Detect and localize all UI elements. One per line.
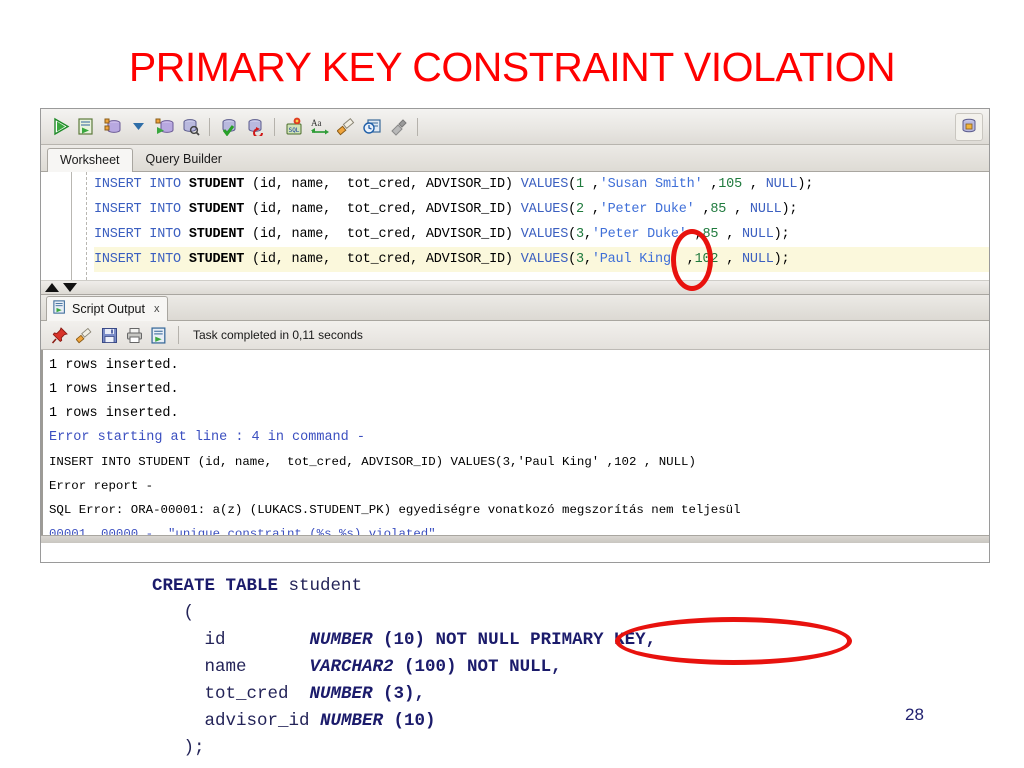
query-builder-icon[interactable] (385, 114, 411, 140)
sql-tuning-advisor-icon[interactable] (177, 114, 203, 140)
recent-queries-icon[interactable] (359, 114, 385, 140)
run-script-icon[interactable] (73, 114, 99, 140)
create-table-ddl: CREATE TABLE student ( id NUMBER (10) NO… (152, 573, 912, 762)
print-icon[interactable] (122, 323, 147, 348)
task-status-text: Task completed in 0,11 seconds (193, 328, 363, 342)
script-output-body: 1 rows inserted. 1 rows inserted. 1 rows i… (41, 350, 989, 535)
ddl-line: tot_cred NUMBER (3), (152, 684, 426, 704)
slide-number: 28 (905, 705, 924, 724)
collapse-up-icon[interactable] (45, 283, 59, 292)
svg-text:SQL: SQL (288, 127, 299, 134)
sql-developer-window: SQL Aa Worksheet Query Builder INSERT IN… (40, 108, 990, 563)
ddl-line: name VARCHAR2 (100) NOT NULL, (152, 657, 562, 677)
output-line: 1 rows inserted. (49, 358, 179, 373)
output-line: 00001. 00000 - "unique constraint (%s.%s… (49, 527, 436, 535)
sql-editor[interactable]: INSERT INTO STUDENT (id, name, tot_cred,… (41, 172, 989, 281)
sql-line[interactable]: INSERT INTO STUDENT (id, name, tot_cred,… (94, 247, 989, 272)
output-line: SQL Error: ORA-00001: a(z) (LUKACS.STUDE… (49, 503, 741, 517)
clear-icon[interactable] (72, 323, 97, 348)
output-footer (41, 535, 989, 543)
ddl-line: id NUMBER (10) NOT NULL PRIMARY KEY, (152, 630, 657, 650)
close-icon[interactable]: x (154, 303, 160, 315)
output-tabstrip: Script Output x (41, 295, 989, 321)
tab-script-output[interactable]: Script Output x (46, 296, 169, 321)
format-text-icon[interactable]: Aa (307, 114, 333, 140)
run-script-icon[interactable] (147, 323, 172, 348)
connection-icon[interactable] (955, 112, 983, 141)
sql-line[interactable]: INSERT INTO STUDENT (id, name, tot_cred,… (94, 222, 989, 247)
save-icon[interactable] (97, 323, 122, 348)
toolbar-separator (417, 117, 418, 136)
tab-worksheet[interactable]: Worksheet (47, 148, 133, 172)
worksheet-tabstrip: Worksheet Query Builder (41, 145, 989, 172)
script-output-label: Script Output (72, 301, 145, 316)
commit-icon[interactable] (216, 114, 242, 140)
sql-line[interactable]: INSERT INTO STUDENT (id, name, tot_cred,… (94, 197, 989, 222)
chevron-down-icon[interactable] (125, 114, 151, 140)
output-toolbar: Task completed in 0,11 seconds (41, 321, 989, 350)
run-statement-icon[interactable] (47, 114, 73, 140)
toolbar-separator (274, 117, 275, 136)
toolbar-separator (178, 326, 179, 344)
page-title: PRIMARY KEY CONSTRAINT VIOLATION (128, 44, 896, 90)
explain-plan-icon[interactable] (99, 114, 125, 140)
output-line: 1 rows inserted. (49, 382, 179, 397)
tab-query-builder[interactable]: Query Builder (133, 147, 235, 171)
pin-icon[interactable] (47, 323, 72, 348)
ddl-line: ( (152, 603, 195, 623)
worksheet-toolbar: SQL Aa (41, 109, 989, 145)
output-line: Error report - (49, 479, 154, 493)
svg-text:Aa: Aa (311, 118, 322, 128)
editor-gutter (41, 172, 72, 280)
output-line: 1 rows inserted. (49, 406, 179, 421)
autotrace-icon[interactable] (151, 114, 177, 140)
rollback-icon[interactable] (242, 114, 268, 140)
clear-icon[interactable] (333, 114, 359, 140)
sql-history-icon[interactable]: SQL (281, 114, 307, 140)
ddl-line: advisor_id NUMBER (10) (152, 711, 436, 731)
toolbar-separator (209, 117, 210, 136)
panel-splitter[interactable] (41, 281, 989, 295)
sql-line[interactable]: INSERT INTO STUDENT (id, name, tot_cred,… (94, 172, 989, 197)
collapse-down-icon[interactable] (63, 283, 77, 292)
editor-fold-margin (72, 172, 87, 280)
output-line: INSERT INTO STUDENT (id, name, tot_cred,… (49, 455, 696, 469)
ddl-line: CREATE TABLE student (152, 576, 363, 596)
script-output-icon (53, 300, 67, 317)
sql-code-area[interactable]: INSERT INTO STUDENT (id, name, tot_cred,… (87, 172, 989, 280)
output-line: Error starting at line : 4 in command - (49, 430, 365, 445)
ddl-line: ); (152, 738, 205, 758)
